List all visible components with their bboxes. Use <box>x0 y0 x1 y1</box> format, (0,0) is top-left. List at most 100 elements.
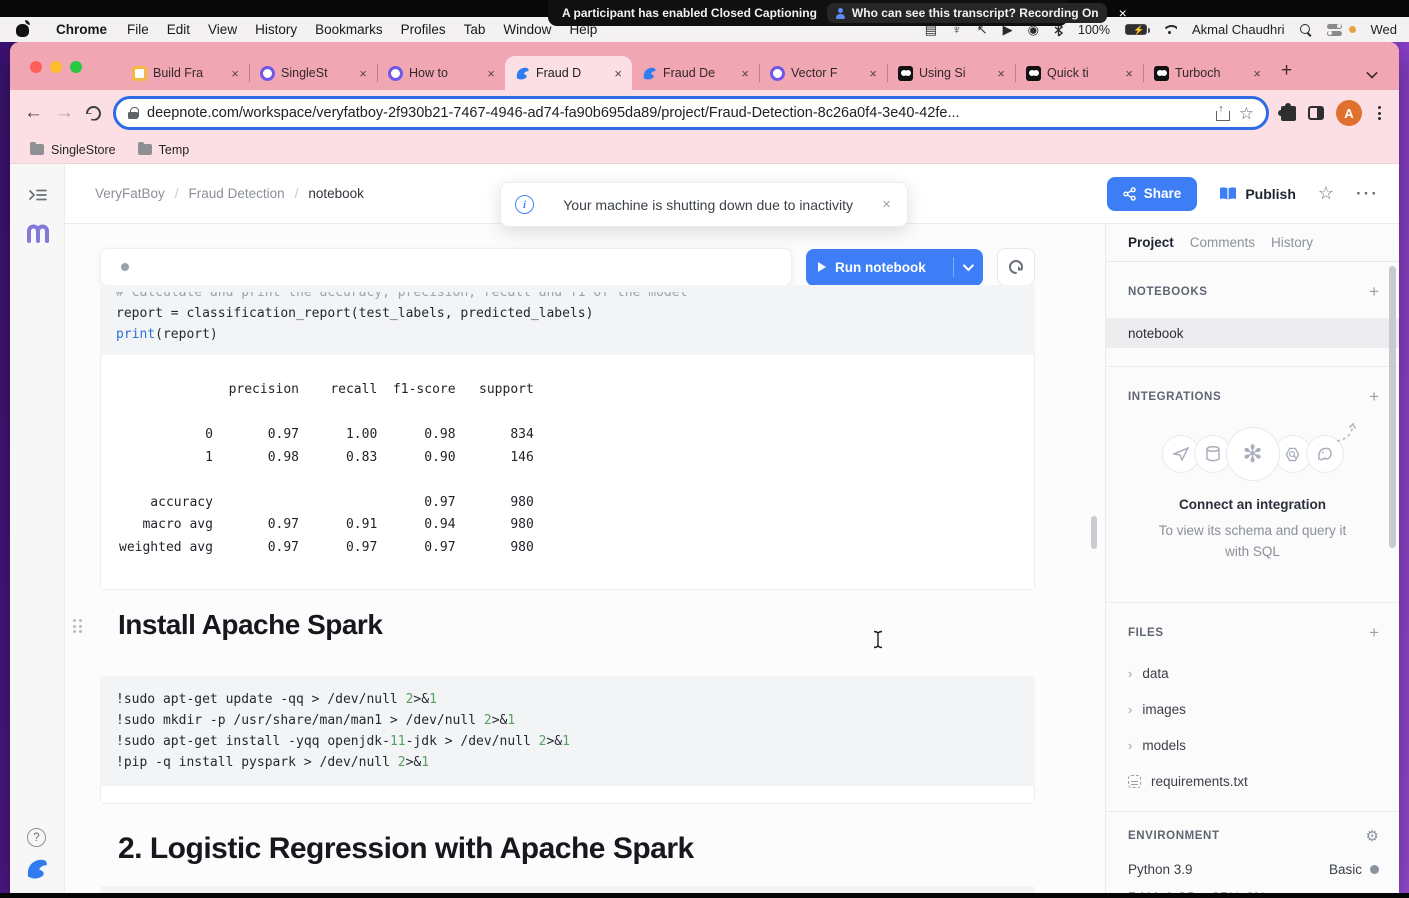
menu-edit[interactable]: Edit <box>158 22 199 37</box>
next-cell-partial[interactable] <box>100 886 1035 893</box>
environment-settings-gear-icon[interactable]: ⚙ <box>1366 827 1379 845</box>
apple-icon[interactable] <box>16 22 29 37</box>
back-button[interactable]: ← <box>24 102 43 124</box>
ssl-lock-icon[interactable] <box>128 107 138 119</box>
tab-singlestore[interactable]: SingleSt × <box>250 56 377 90</box>
folder-row-models[interactable]: › models <box>1106 727 1399 763</box>
panel-tab-comments[interactable]: Comments <box>1190 235 1255 250</box>
favorite-star-icon[interactable]: ☆ <box>1318 183 1334 204</box>
run-options-chevron-icon[interactable] <box>963 260 974 271</box>
profile-avatar[interactable]: A <box>1336 100 1362 126</box>
bookmark-folder-temp[interactable]: Temp <box>138 143 190 157</box>
info-icon: i <box>515 195 534 214</box>
code-editor[interactable]: # Calculate and print the accuracy, prec… <box>100 285 1035 355</box>
tab-close-icon[interactable]: × <box>995 66 1007 81</box>
menu-view[interactable]: View <box>199 22 246 37</box>
help-icon[interactable]: ? <box>27 828 46 847</box>
block-drag-handle[interactable] <box>73 619 82 635</box>
run-notebook-button[interactable]: Run notebook <box>806 249 983 286</box>
menu-history[interactable]: History <box>246 22 306 37</box>
folder-row-images[interactable]: › images <box>1106 691 1399 727</box>
panel-scrollbar-thumb[interactable] <box>1389 266 1396 548</box>
publish-button[interactable]: Publish <box>1219 186 1296 202</box>
menu-window[interactable]: Window <box>494 22 560 37</box>
share-button[interactable]: Share <box>1107 177 1198 211</box>
notebook-list-item[interactable]: notebook <box>1106 318 1399 348</box>
control-center-icon[interactable] <box>1327 24 1342 36</box>
tab-turboch[interactable]: Turboch × <box>1144 56 1271 90</box>
close-window-button[interactable] <box>30 61 42 73</box>
add-integration-button[interactable]: + <box>1369 387 1379 407</box>
machine-type[interactable]: Basic <box>1329 862 1362 877</box>
menu-profiles[interactable]: Profiles <box>392 22 455 37</box>
share-page-icon[interactable] <box>1216 106 1230 121</box>
menu-file[interactable]: File <box>118 22 158 37</box>
tab-fraud-detection-active[interactable]: Fraud D × <box>505 56 632 90</box>
spotlight-icon[interactable] <box>1300 24 1312 36</box>
toast-close-icon[interactable]: × <box>882 196 891 213</box>
notebook-outline-icon[interactable] <box>26 222 50 244</box>
bookmark-star-icon[interactable]: ☆ <box>1239 105 1254 122</box>
text-cursor-pointer <box>873 630 883 649</box>
breadcrumb-notebook[interactable]: notebook <box>308 186 364 201</box>
code-cell-classification-report[interactable]: # Calculate and print the accuracy, prec… <box>100 285 1035 590</box>
extensions-icon[interactable] <box>1281 106 1296 121</box>
heading-install-apache-spark[interactable]: Install Apache Spark <box>118 609 382 641</box>
tab-quick-tip[interactable]: Quick ti × <box>1016 56 1143 90</box>
code-cell-install-spark[interactable]: !sudo apt-get update -qq > /dev/null 2>&… <box>100 676 1035 804</box>
tab-close-icon[interactable]: × <box>867 66 879 81</box>
meet-close-icon[interactable]: × <box>1119 5 1127 21</box>
window-controls[interactable] <box>30 61 82 73</box>
folder-row-data[interactable]: › data <box>1106 655 1399 691</box>
url-text[interactable]: deepnote.com/workspace/veryfatboy-2f930b… <box>147 105 1207 121</box>
tab-close-icon[interactable]: × <box>485 66 497 81</box>
collapsed-block-bar[interactable] <box>100 248 792 286</box>
panel-tab-project[interactable]: Project <box>1128 235 1174 250</box>
tab-fraud-detection-2[interactable]: Fraud De × <box>632 56 759 90</box>
restart-machine-button[interactable] <box>997 248 1035 286</box>
menubar-username[interactable]: Akmal Chaudhri <box>1192 22 1285 37</box>
tab-close-icon[interactable]: × <box>739 66 751 81</box>
tab-search-chevron-icon[interactable] <box>1366 67 1377 78</box>
transcript-chip[interactable]: Who can see this transcript? Recording O… <box>827 3 1107 23</box>
tab-close-icon[interactable]: × <box>229 66 241 81</box>
table-of-contents-icon[interactable] <box>28 188 48 202</box>
menu-chrome[interactable]: Chrome <box>47 22 118 37</box>
minimize-window-button[interactable] <box>50 61 62 73</box>
more-options-icon[interactable]: ··· <box>1356 184 1379 204</box>
tab-close-icon[interactable]: × <box>612 66 624 81</box>
tab-vector[interactable]: Vector F × <box>760 56 887 90</box>
new-tab-button[interactable]: + <box>1281 60 1292 82</box>
breadcrumb-workspace[interactable]: VeryFatBoy <box>95 186 165 201</box>
tab-close-icon[interactable]: × <box>1123 66 1135 81</box>
code-editor[interactable]: !sudo apt-get update -qq > /dev/null 2>&… <box>100 676 1035 786</box>
menu-tab[interactable]: Tab <box>455 22 495 37</box>
tab-using-si[interactable]: Using Si × <box>888 56 1015 90</box>
side-panel-icon[interactable] <box>1308 106 1324 120</box>
address-bar[interactable]: deepnote.com/workspace/veryfatboy-2f930b… <box>113 96 1269 130</box>
add-notebook-button[interactable]: + <box>1369 282 1379 302</box>
tab-close-icon[interactable]: × <box>1251 66 1263 81</box>
bookmark-folder-singlestore[interactable]: SingleStore <box>30 143 116 157</box>
wifi-icon[interactable] <box>1162 24 1177 35</box>
chevron-right-icon: › <box>1128 666 1132 681</box>
connect-integration-cta[interactable]: Connect an integration <box>1106 497 1399 512</box>
zoom-window-button[interactable] <box>70 61 82 73</box>
tab-label: How to <box>409 66 479 80</box>
tab-close-icon[interactable]: × <box>357 66 369 81</box>
deepnote-logo[interactable] <box>25 857 49 881</box>
add-file-button[interactable]: + <box>1369 623 1379 643</box>
bookmark-label: SingleStore <box>51 143 116 157</box>
heading-logistic-regression[interactable]: 2. Logistic Regression with Apache Spark <box>118 832 694 866</box>
tab-how-to[interactable]: How to × <box>378 56 505 90</box>
notebook-scrollbar-thumb[interactable] <box>1091 516 1097 549</box>
recording-indicator-dot <box>1349 26 1356 33</box>
breadcrumb-project[interactable]: Fraud Detection <box>189 186 285 201</box>
reload-button[interactable] <box>86 106 101 121</box>
environment-runtime[interactable]: Python 3.9 <box>1128 862 1193 877</box>
menu-bookmarks[interactable]: Bookmarks <box>306 22 392 37</box>
file-row-requirements[interactable]: requirements.txt <box>1106 763 1399 799</box>
panel-tab-history[interactable]: History <box>1271 235 1313 250</box>
tab-build-fra[interactable]: Build Fra × <box>122 56 249 90</box>
browser-menu-icon[interactable] <box>1374 106 1385 120</box>
